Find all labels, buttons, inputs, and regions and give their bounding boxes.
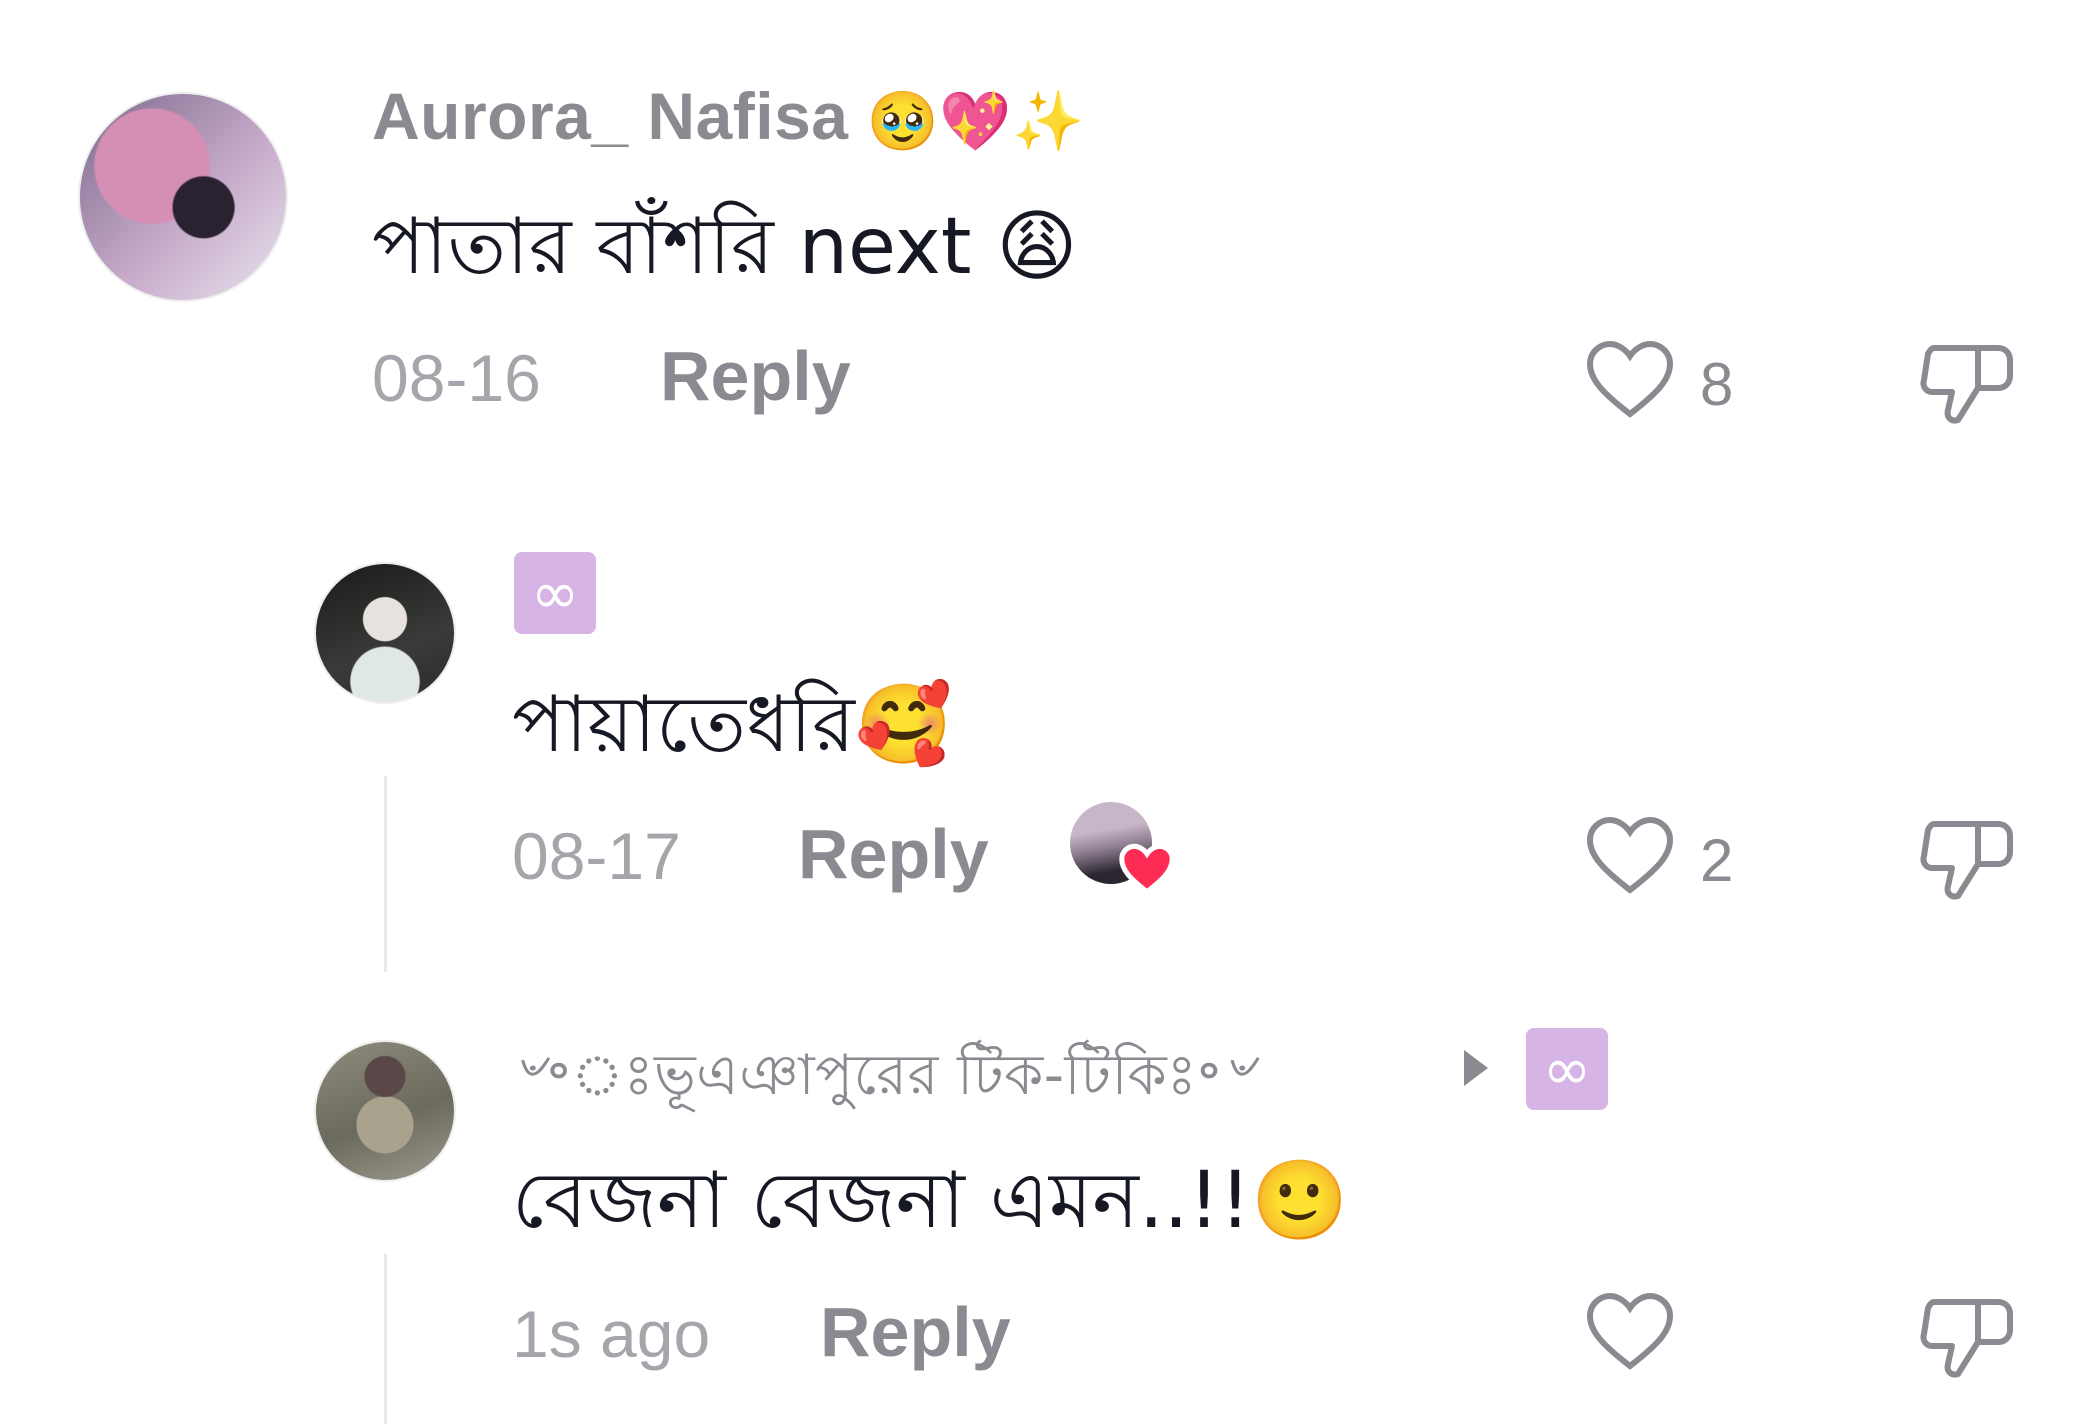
thread-line <box>384 1254 387 1424</box>
like-count: 2 <box>1700 827 1734 894</box>
reply-button[interactable]: Reply <box>660 336 851 416</box>
reply-to-arrow-icon <box>1464 1050 1488 1086</box>
comment-emoji: 😩 <box>996 202 1078 292</box>
heart-icon <box>1118 842 1176 901</box>
username[interactable]: ৺॰ঃভূএঞাপুরের টিক-টিকিঃ॰৺ <box>512 1032 1256 1126</box>
comment-date: 1s ago <box>512 1297 711 1371</box>
reply-button[interactable]: Reply <box>798 814 989 894</box>
username-text: Aurora_ Nafisa <box>372 79 849 153</box>
avatar[interactable] <box>314 1040 456 1182</box>
comment-date: 08-17 <box>512 819 681 893</box>
badge-icon: ∞ <box>514 552 596 634</box>
comment-emoji: 🥰 <box>854 680 953 770</box>
username-emoji: 🥹💖✨ <box>866 88 1085 154</box>
comment-text: পাতার বাঁশরি next 😩 <box>372 202 1078 292</box>
like-button[interactable] <box>1584 814 1676 898</box>
username[interactable]: Aurora_ Nafisa 🥹💖✨ <box>372 78 1085 156</box>
thread-line <box>384 776 387 972</box>
dislike-button[interactable] <box>1918 336 2018 428</box>
avatar[interactable] <box>314 562 456 704</box>
comment-text: বেজনা বেজনা এমন..!!🙂 <box>512 1156 1349 1246</box>
dislike-button[interactable] <box>1918 812 2018 904</box>
thumbs-down-icon <box>1920 1299 2013 1378</box>
badge-icon: ∞ <box>1526 1028 1608 1110</box>
comment-text: পায়াতেধরি🥰 <box>512 680 953 770</box>
heart-icon <box>1586 340 1674 418</box>
like-count: 8 <box>1700 351 1734 418</box>
dislike-button[interactable] <box>1918 1290 2018 1382</box>
heart-icon <box>1586 1292 1674 1370</box>
like-button[interactable] <box>1584 338 1676 422</box>
avatar[interactable] <box>78 92 288 302</box>
heart-icon <box>1586 816 1674 894</box>
comment-date: 08-16 <box>372 341 541 415</box>
reply-button[interactable]: Reply <box>820 1292 1011 1372</box>
comment-emoji: 🙂 <box>1250 1156 1349 1246</box>
like-button[interactable] <box>1584 1290 1676 1374</box>
thumbs-down-icon <box>1920 821 2013 900</box>
thumbs-down-icon <box>1920 345 2013 424</box>
